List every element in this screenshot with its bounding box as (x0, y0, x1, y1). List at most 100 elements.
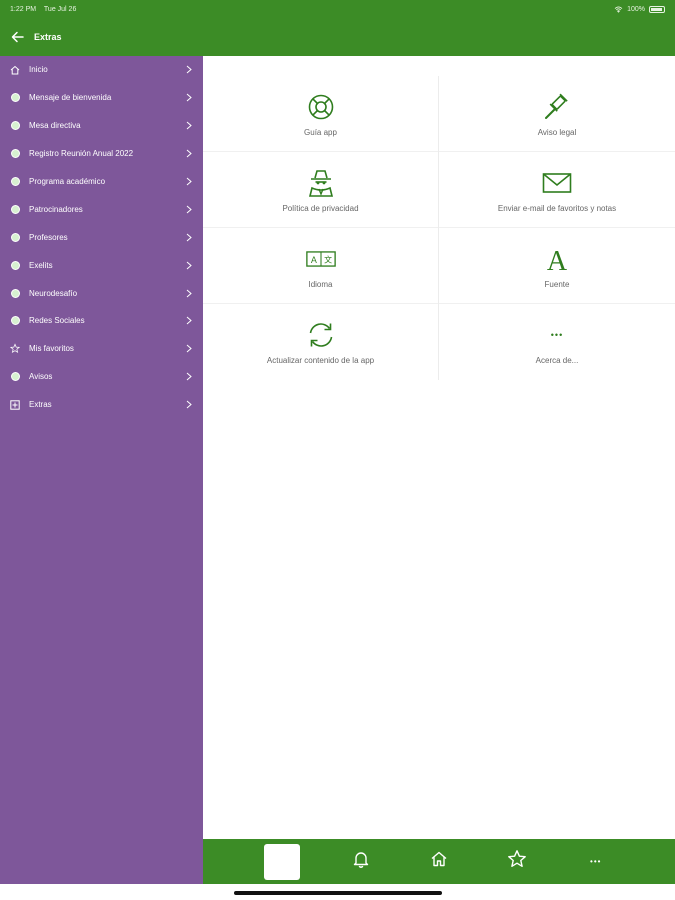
actualizar-label: Actualizar contenido de la app (266, 355, 375, 365)
sidebar-item-redes[interactable]: Redes Sociales (0, 307, 203, 335)
sidebar-item-extras[interactable]: Extras (0, 391, 203, 419)
bell-icon (352, 850, 370, 873)
circle-icon (10, 121, 20, 131)
sidebar-item-mensaje[interactable]: Mensaje de bienvenida (0, 84, 203, 112)
circle-icon (10, 260, 20, 270)
tab-more[interactable]: ••• (578, 844, 614, 880)
guia-app-label: Guía app (304, 127, 337, 137)
grid-row: Política de privacidad Enviar e-mail de … (203, 152, 675, 228)
grid-row: Guía app Aviso legal (203, 76, 675, 152)
circle-icon (10, 316, 20, 326)
sidebar-item-label: Exelits (29, 260, 53, 270)
sidebar-item-favoritos[interactable]: Mis favoritos (0, 335, 203, 363)
acerca-label: Acerca de... (535, 355, 579, 365)
acerca-button[interactable]: ••• Acerca de... (439, 304, 675, 380)
idioma-label: Idioma (308, 279, 333, 289)
more-dots-icon: ••• (590, 857, 602, 866)
sidebar-item-patrocinadores[interactable]: Patrocinadores (0, 195, 203, 223)
sidebar-item-inicio[interactable]: Inicio (0, 56, 203, 84)
tab-favorites[interactable] (499, 844, 535, 880)
status-right: 100% (614, 5, 665, 13)
sidebar-item-label: Programa académico (29, 177, 106, 186)
chevron-right-icon (185, 93, 193, 103)
sidebar-item-label: Mensaje de bienvenida (29, 93, 112, 103)
envelope-icon (542, 168, 572, 198)
back-arrow-icon[interactable] (10, 30, 24, 44)
sidebar-item-neurodesafio[interactable]: Neurodesafío (0, 279, 203, 307)
bottom-nav: ••• (203, 839, 675, 884)
chevron-right-icon (185, 65, 193, 75)
chevron-right-icon (185, 288, 193, 298)
aviso-legal-label: Aviso legal (537, 127, 577, 137)
enviar-email-button[interactable]: Enviar e-mail de favoritos y notas (439, 152, 675, 228)
chevron-right-icon (185, 177, 193, 187)
status-date: Tue Jul 26 (43, 5, 77, 13)
chevron-right-icon (185, 121, 193, 131)
home-icon (10, 65, 20, 75)
actualizar-button[interactable]: Actualizar contenido de la app (203, 304, 439, 380)
home-indicator (234, 891, 442, 895)
sidebar-item-label: Neurodesafío (29, 288, 78, 298)
spy-icon (306, 168, 336, 198)
sidebar-item-label: Registro Reunión Anual 2022 (29, 149, 134, 159)
politica-privacidad-button[interactable]: Política de privacidad (203, 152, 439, 228)
circle-icon (10, 204, 20, 214)
chevron-right-icon (185, 260, 193, 270)
grid-row: Actualizar contenido de la app ••• Acerc… (203, 304, 675, 380)
sidebar-item-label: Redes Sociales (29, 316, 85, 326)
aviso-legal-button[interactable]: Aviso legal (439, 76, 675, 152)
grid-row: A文 Idioma A Fuente (203, 228, 675, 304)
chevron-right-icon (185, 204, 193, 214)
guia-app-button[interactable]: Guía app (203, 76, 439, 152)
circle-icon (10, 288, 20, 298)
tab-extras-active[interactable] (264, 843, 301, 880)
tab-home[interactable] (421, 844, 457, 880)
enviar-email-label: Enviar e-mail de favoritos y notas (497, 203, 617, 213)
idioma-button[interactable]: A文 Idioma (203, 228, 439, 304)
status-time: 1:22 PM (10, 5, 37, 13)
battery-percent: 100% (627, 5, 645, 13)
battery-icon (649, 5, 665, 13)
status-left: 1:22 PM Tue Jul 26 (10, 6, 82, 13)
chevron-right-icon (185, 316, 193, 326)
sidebar: Inicio Mensaje de bienvenida Mesa direct… (0, 56, 203, 884)
font-icon: A (542, 244, 572, 274)
sidebar-item-mesa[interactable]: Mesa directiva (0, 112, 203, 140)
sidebar-item-registro[interactable]: Registro Reunión Anual 2022 (0, 140, 203, 168)
sidebar-item-label: Mis favoritos (29, 344, 74, 354)
translate-icon: A文 (305, 244, 336, 274)
sidebar-item-exelits[interactable]: Exelits (0, 251, 203, 279)
sidebar-item-label: Profesores (29, 232, 68, 242)
translate-glyph-b: 文 (324, 254, 332, 264)
star-icon (10, 343, 20, 354)
chevron-right-icon (185, 344, 193, 354)
sidebar-item-profesores[interactable]: Profesores (0, 223, 203, 251)
chevron-right-icon (185, 372, 193, 382)
status-bar: 1:22 PM Tue Jul 26 100% (0, 0, 675, 18)
chevron-right-icon (185, 232, 193, 242)
chevron-right-icon (185, 400, 193, 410)
home-icon (430, 850, 448, 873)
circle-icon (10, 149, 20, 159)
extras-content: Guía app Aviso legal Política de privaci… (203, 56, 675, 839)
circle-icon (10, 93, 20, 103)
more-dots-icon: ••• (550, 329, 564, 340)
sidebar-item-label: Mesa directiva (29, 121, 81, 131)
circle-icon (10, 372, 20, 382)
fuente-button[interactable]: A Fuente (439, 228, 675, 304)
sidebar-item-programa[interactable]: Programa académico (0, 168, 203, 196)
sidebar-item-label: Patrocinadores (29, 204, 83, 214)
refresh-icon (306, 320, 336, 350)
politica-privacidad-label: Política de privacidad (282, 203, 359, 213)
sidebar-item-label: Avisos (29, 372, 53, 382)
sidebar-item-avisos[interactable]: Avisos (0, 363, 203, 391)
tab-notifications[interactable] (343, 844, 379, 880)
extras-grid: Guía app Aviso legal Política de privaci… (203, 76, 675, 380)
circle-icon (10, 232, 20, 242)
font-glyph: A (547, 246, 568, 274)
star-icon (507, 849, 527, 874)
chevron-right-icon (185, 149, 193, 159)
translate-glyph-a: A (310, 255, 316, 265)
sidebar-item-label: Inicio (29, 65, 48, 75)
gavel-icon (542, 92, 572, 122)
